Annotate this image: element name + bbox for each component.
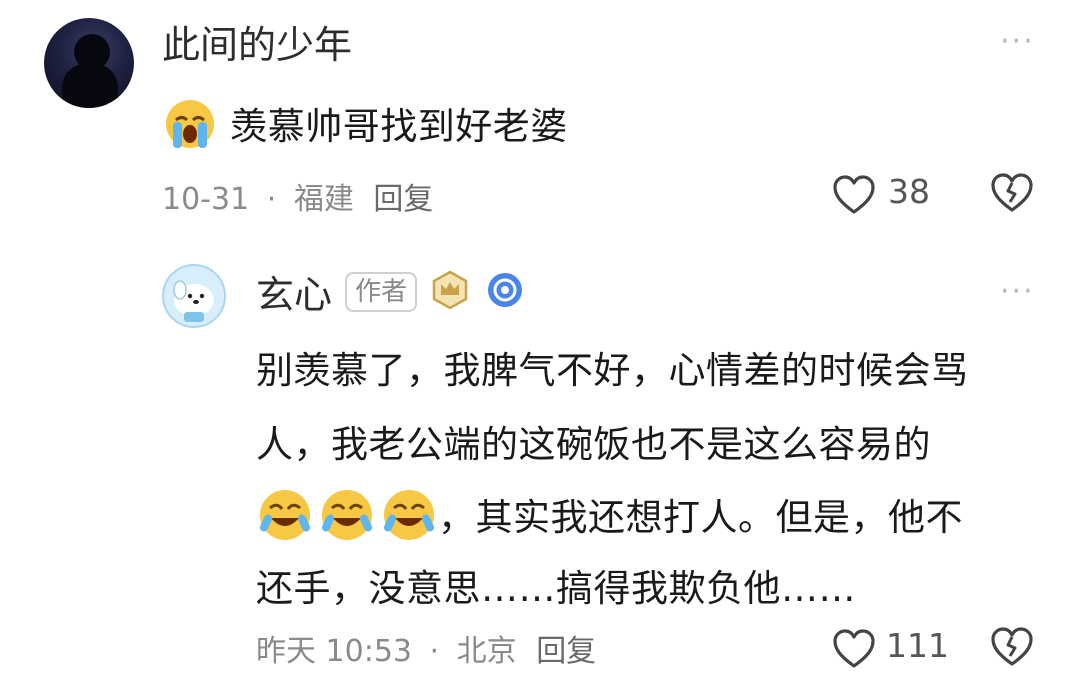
comment-location: 福建 — [293, 182, 354, 217]
blue-circle-badge-icon — [485, 270, 525, 314]
reply-like-count: 111 — [886, 626, 949, 665]
rolling-laughing-icon — [318, 486, 376, 553]
heart-outline-icon — [832, 628, 876, 674]
reply-dislike-button[interactable] — [990, 626, 1034, 672]
reply-meta: 昨天 10:53 · 北京 回复 — [256, 626, 596, 670]
dislike-button[interactable] — [990, 172, 1034, 218]
meta-separator: · — [266, 182, 277, 217]
reply-header: 玄心 作者 — [256, 264, 525, 317]
comment-text-row: 羡慕帅哥找到好老婆 — [162, 96, 568, 161]
avatar-figure-body — [62, 64, 118, 108]
reply-avatar[interactable] — [162, 264, 226, 328]
rolling-laughing-icon — [256, 486, 314, 553]
crown-badge-icon — [430, 270, 470, 314]
reply-text-line-3: ，其实我还想打人。但是，他不 — [438, 496, 963, 539]
more-options-button[interactable]: ··· — [1000, 24, 1035, 59]
comment-meta: 10-31 · 福建 回复 — [162, 174, 433, 218]
like-count: 38 — [888, 172, 930, 211]
reply-text-line-1: 别羡慕了，我脾气不好，心情差的时候会骂 — [256, 349, 969, 392]
comment-date: 10-31 — [162, 182, 250, 217]
loudly-crying-face-icon — [162, 96, 218, 161]
reply-button[interactable]: 回复 — [373, 182, 433, 217]
heart-outline-icon — [832, 174, 876, 220]
reply-username[interactable]: 玄心 — [256, 273, 332, 317]
reply-text-line-4: 还手，没意思……搞得我欺负他…… — [256, 567, 856, 610]
reply-reply-button[interactable]: 回复 — [536, 634, 596, 669]
broken-heart-icon — [990, 173, 1034, 218]
rolling-laughing-icon — [380, 486, 438, 553]
comment-username[interactable]: 此间的少年 — [162, 14, 352, 69]
avatar[interactable] — [44, 18, 134, 108]
broken-heart-icon — [990, 627, 1034, 672]
reply-location: 北京 — [456, 634, 517, 669]
dog-avatar-icon — [173, 280, 214, 322]
reply-more-options-button[interactable]: ··· — [1000, 274, 1035, 309]
comment-text: 羡慕帅哥找到好老婆 — [230, 105, 568, 148]
reply-text-line-2: 人，我老公端的这碗饭也不是这么容易的 — [256, 423, 931, 466]
author-badge: 作者 — [345, 271, 418, 312]
meta-separator: · — [429, 634, 440, 669]
reply-time: 昨天 10:53 — [256, 634, 412, 669]
reply-text-line-3-row: ，其实我还想打人。但是，他不 — [256, 486, 963, 553]
